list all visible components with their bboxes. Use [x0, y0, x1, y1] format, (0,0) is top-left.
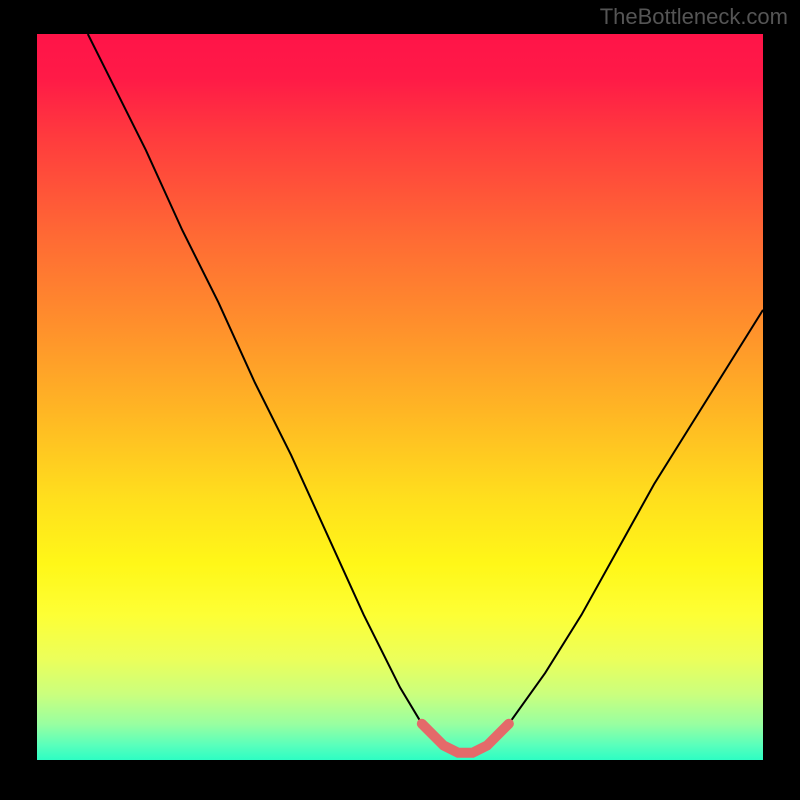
plot-area — [37, 34, 763, 760]
bottleneck-curve — [88, 34, 763, 753]
bottleneck-curve-svg — [37, 34, 763, 760]
watermark-text: TheBottleneck.com — [600, 4, 788, 30]
chart-frame: TheBottleneck.com — [0, 0, 800, 800]
optimal-zone-highlight — [422, 724, 509, 753]
